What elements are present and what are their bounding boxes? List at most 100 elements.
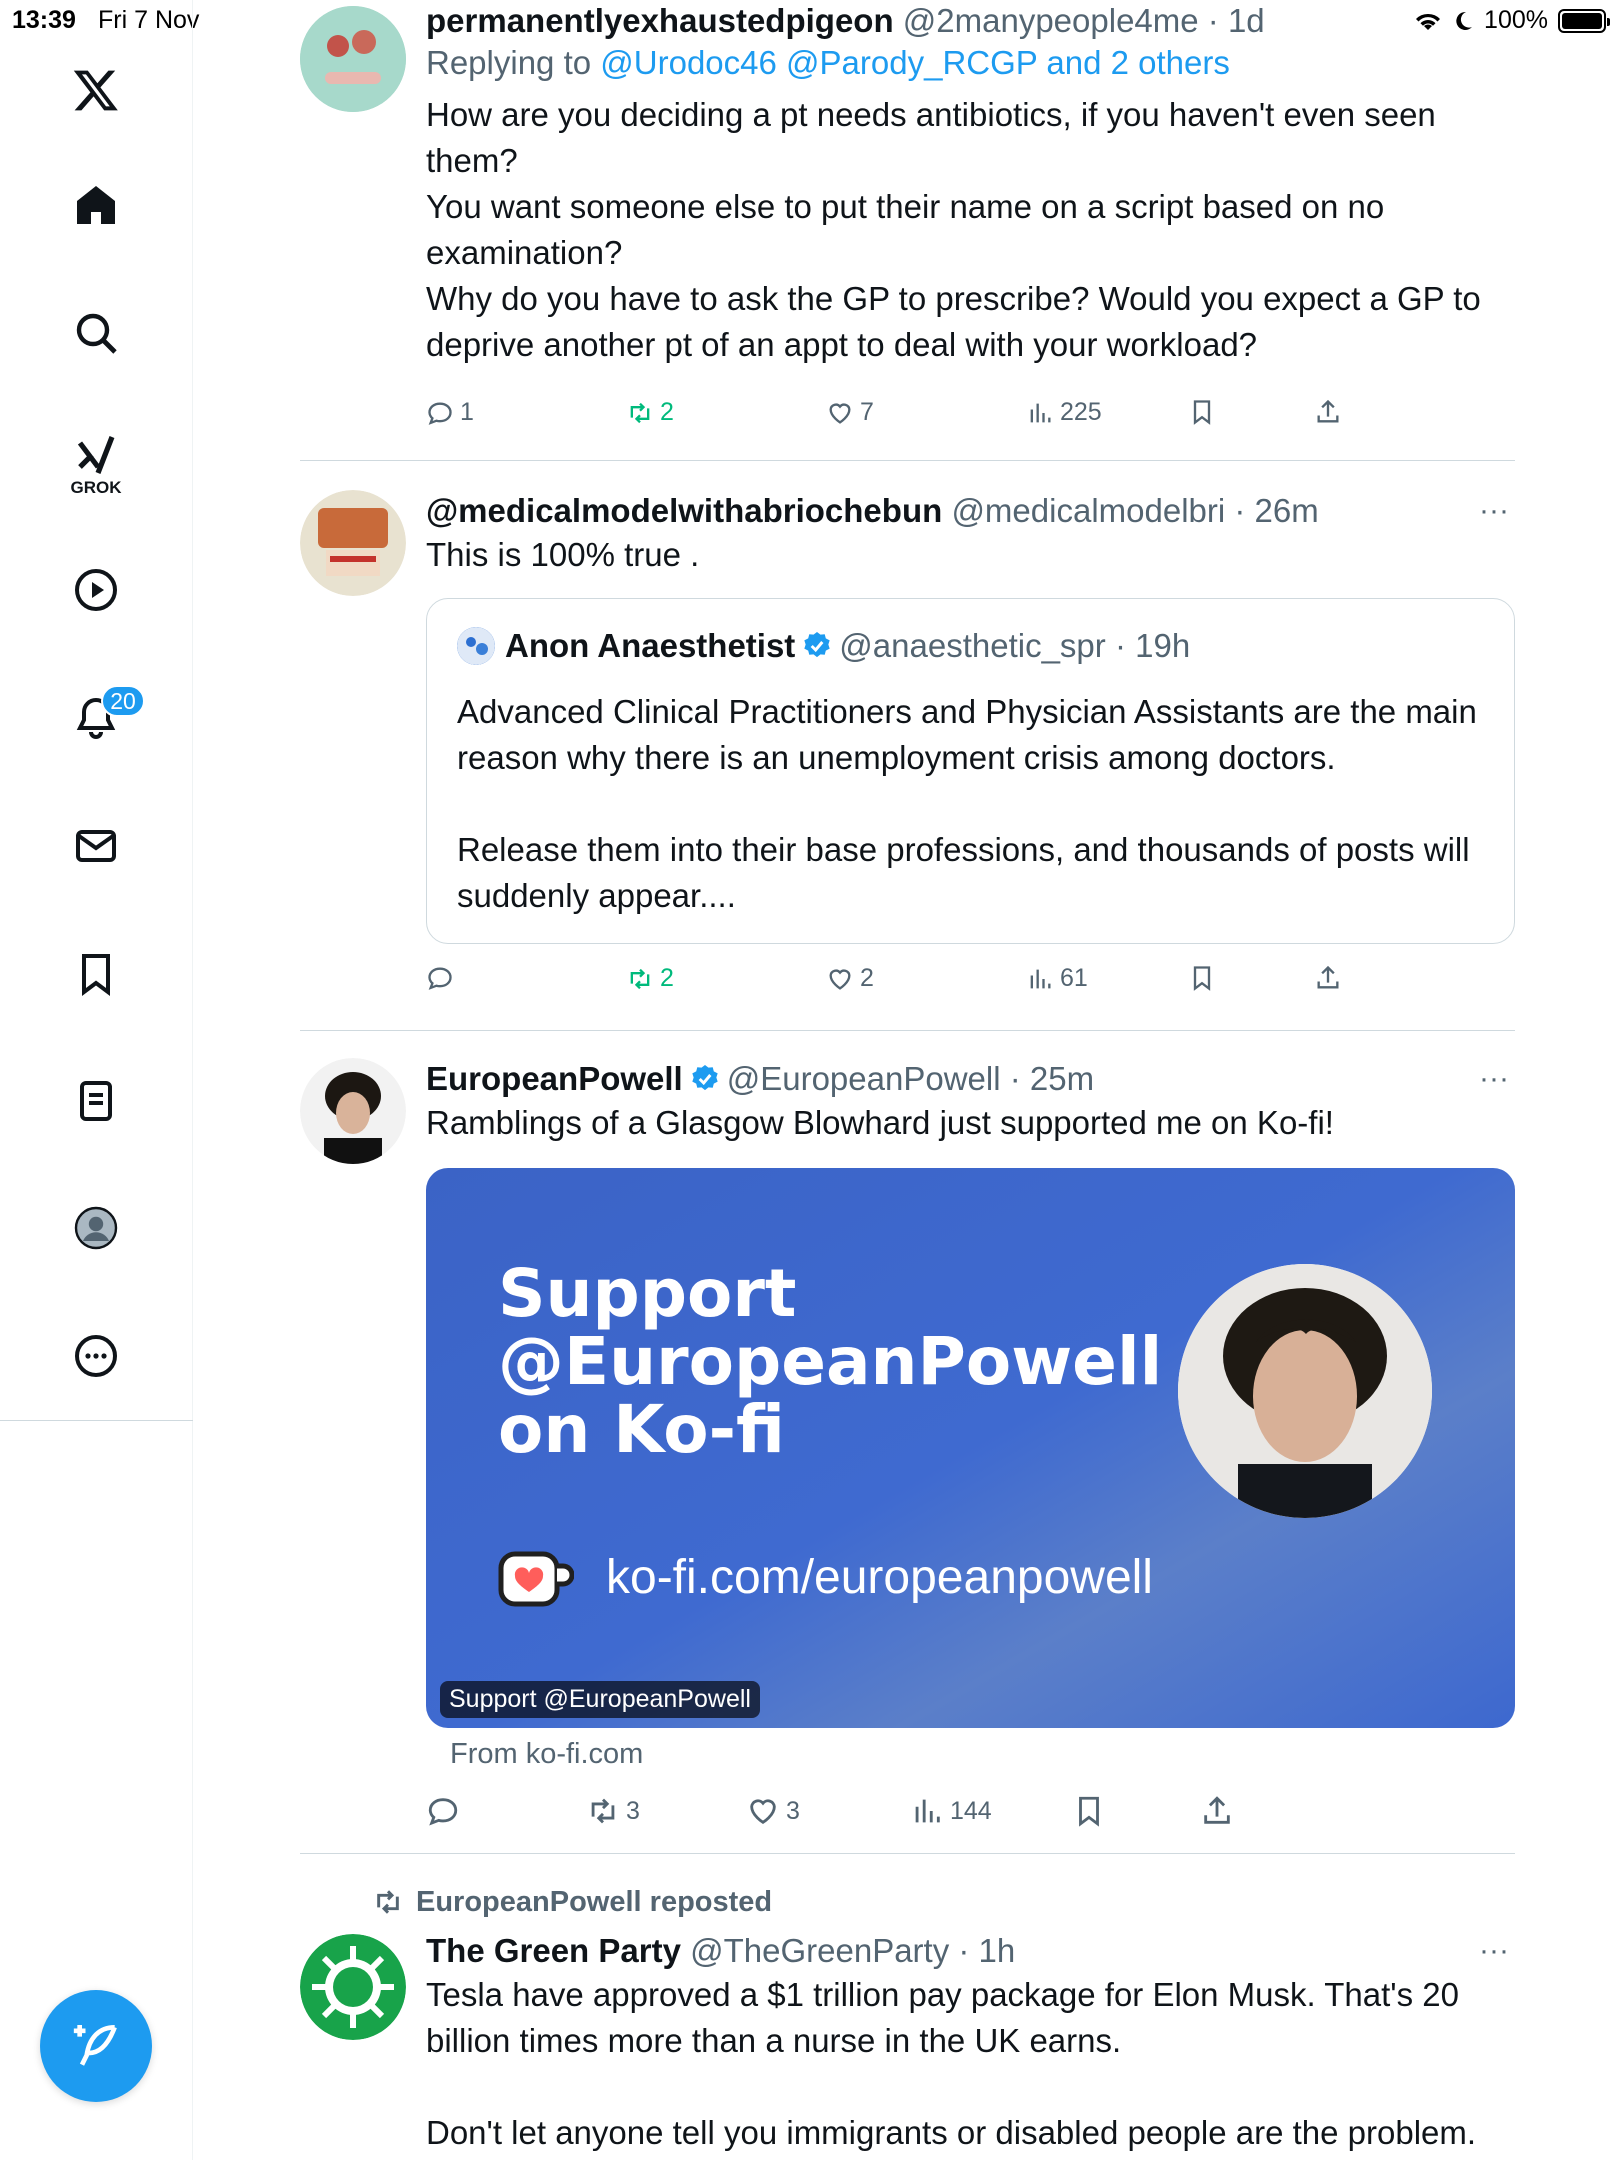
- quote-author-handle: @anaesthetic_spr: [839, 627, 1106, 664]
- share-button[interactable]: [1200, 1794, 1234, 1828]
- tweet-time[interactable]: 25m: [1030, 1060, 1094, 1097]
- verified-badge-icon: [692, 1065, 718, 1091]
- like-button[interactable]: 2: [826, 964, 874, 993]
- views-chart-icon: [1030, 969, 1051, 988]
- author-avatar[interactable]: [300, 1058, 406, 1164]
- like-count: 2: [860, 964, 874, 992]
- tweet-header: @medicalmodelwithabriochebun @medicalmod…: [426, 492, 1319, 529]
- tweet-header: The Green Party @TheGreenParty · 1h: [426, 1932, 1016, 1969]
- home-icon[interactable]: [66, 175, 126, 235]
- repost-count: 3: [626, 1796, 640, 1825]
- heart-icon: [829, 968, 851, 990]
- quote-author-avatar: [457, 627, 495, 665]
- more-options-icon[interactable]: ···: [1479, 1934, 1515, 1967]
- author-avatar[interactable]: [300, 6, 406, 112]
- grok-label: GROK: [70, 478, 122, 497]
- reply-prefix: Replying to: [426, 44, 592, 81]
- grok-icon[interactable]: [66, 425, 126, 485]
- author-avatar[interactable]: [300, 490, 406, 596]
- tweet-item[interactable]: permanentlyexhaustedpigeon @2manypeople4…: [300, 0, 1515, 460]
- tweet-item[interactable]: The Green Party @TheGreenParty · 1h Tesl…: [300, 1930, 1515, 2160]
- bookmark-button[interactable]: [1188, 398, 1216, 426]
- repost-button[interactable]: 2: [626, 964, 674, 993]
- tweet-text: How are you deciding a pt needs antibiot…: [426, 96, 1481, 363]
- tweet-item[interactable]: @medicalmodelwithabriochebun @medicalmod…: [300, 490, 1515, 1030]
- bookmark-button[interactable]: [1188, 964, 1216, 992]
- views-button[interactable]: 225: [1026, 398, 1102, 427]
- profile-avatar-icon[interactable]: [66, 1198, 126, 1258]
- views-chart-icon: [915, 1799, 940, 1823]
- views-button[interactable]: 144: [910, 1794, 992, 1828]
- views-button[interactable]: 61: [1026, 964, 1088, 993]
- kofi-cup-icon: [498, 1551, 574, 1607]
- author-name[interactable]: permanentlyexhaustedpigeon: [426, 2, 894, 39]
- like-button[interactable]: 7: [826, 398, 874, 427]
- more-options-icon[interactable]: ···: [1479, 494, 1515, 527]
- reply-button[interactable]: [426, 964, 460, 992]
- card-profile-photo: [1178, 1264, 1432, 1518]
- tweet-item[interactable]: EuropeanPowell @EuropeanPowell · 25m Ramb…: [300, 1058, 1515, 1853]
- reply-context: Replying to @Urodoc46 @Parody_RCGP and 2…: [426, 42, 1515, 84]
- author-name[interactable]: The Green Party: [426, 1932, 681, 1969]
- reply-count: 1: [460, 398, 474, 426]
- card-source[interactable]: From ko-fi.com: [450, 1738, 643, 1771]
- search-icon[interactable]: [66, 303, 126, 363]
- views-count: 225: [1060, 398, 1102, 426]
- notifications-badge: 20: [101, 685, 145, 717]
- more-options-icon[interactable]: ···: [1479, 1062, 1515, 1095]
- card-overlay-label: Support @EuropeanPowell: [440, 1681, 760, 1718]
- bookmark-icon: [1193, 400, 1211, 425]
- reply-mentions[interactable]: @Urodoc46 @Parody_RCGP and 2 others: [600, 44, 1230, 81]
- battery-icon: [1558, 8, 1610, 33]
- tweet-text: This is 100% true .: [426, 536, 700, 573]
- messages-envelope-icon[interactable]: [66, 816, 126, 876]
- reply-icon: [428, 1798, 458, 1826]
- author-handle[interactable]: @2manypeople4me: [903, 2, 1199, 39]
- video-icon[interactable]: [66, 560, 126, 620]
- bookmarks-icon[interactable]: [66, 944, 126, 1004]
- views-count: 61: [1060, 964, 1088, 992]
- author-name[interactable]: @medicalmodelwithabriochebun: [426, 492, 942, 529]
- quote-text: Advanced Clinical Practitioners and Phys…: [457, 693, 1477, 914]
- author-name[interactable]: EuropeanPowell: [426, 1060, 683, 1097]
- tweet-header: EuropeanPowell @EuropeanPowell · 25m: [426, 1060, 1095, 1097]
- author-handle[interactable]: @medicalmodelbri: [951, 492, 1225, 529]
- verified-badge-icon: [804, 632, 830, 658]
- x-logo-icon[interactable]: [66, 60, 126, 120]
- repost-button[interactable]: 3: [586, 1794, 640, 1828]
- share-button[interactable]: [1314, 964, 1342, 992]
- tweet-time[interactable]: 1d: [1228, 2, 1265, 39]
- quoted-tweet[interactable]: Anon Anaesthetist @anaesthetic_spr · 19h …: [426, 598, 1515, 944]
- compose-post-button[interactable]: [40, 1990, 152, 2102]
- reply-button[interactable]: [426, 1794, 466, 1828]
- link-card[interactable]: Support @EuropeanPowell on Ko-fi ko-fi.c…: [426, 1168, 1515, 1728]
- more-options-icon[interactable]: [66, 1326, 126, 1386]
- repost-context[interactable]: EuropeanPowell reposted: [300, 1886, 772, 1919]
- author-avatar[interactable]: [300, 1934, 406, 2040]
- tweet-time[interactable]: 26m: [1255, 492, 1319, 529]
- card-title: Support @EuropeanPowell on Ko-fi: [498, 1255, 1163, 1468]
- bookmark-button[interactable]: [1072, 1794, 1106, 1828]
- views-count: 144: [950, 1796, 992, 1825]
- repost-button[interactable]: 2: [626, 398, 674, 427]
- author-handle[interactable]: @TheGreenParty: [690, 1932, 949, 1969]
- quote-time: 19h: [1135, 627, 1191, 664]
- reply-button[interactable]: 1: [426, 398, 474, 427]
- repost-by-label: EuropeanPowell reposted: [416, 1886, 773, 1918]
- share-icon: [1204, 1796, 1230, 1824]
- repost-icon: [377, 1890, 399, 1914]
- author-handle[interactable]: @EuropeanPowell: [727, 1060, 1001, 1097]
- lists-icon[interactable]: [66, 1071, 126, 1131]
- tweet-text: Tesla have approved a $1 trillion pay pa…: [426, 1976, 1477, 2151]
- repost-count: 2: [660, 398, 674, 426]
- tweet-header: permanentlyexhaustedpigeon @2manypeople4…: [426, 2, 1265, 39]
- share-icon: [1317, 399, 1339, 423]
- bookmark-icon: [1193, 966, 1211, 991]
- quote-header: Anon Anaesthetist @anaesthetic_spr · 19h: [457, 627, 1190, 665]
- like-button[interactable]: 3: [746, 1794, 800, 1828]
- tweet-time[interactable]: 1h: [979, 1932, 1016, 1969]
- share-button[interactable]: [1314, 398, 1342, 426]
- repost-icon: [591, 1798, 615, 1824]
- tweet-separator: [300, 460, 1515, 461]
- views-chart-icon: [1030, 403, 1051, 422]
